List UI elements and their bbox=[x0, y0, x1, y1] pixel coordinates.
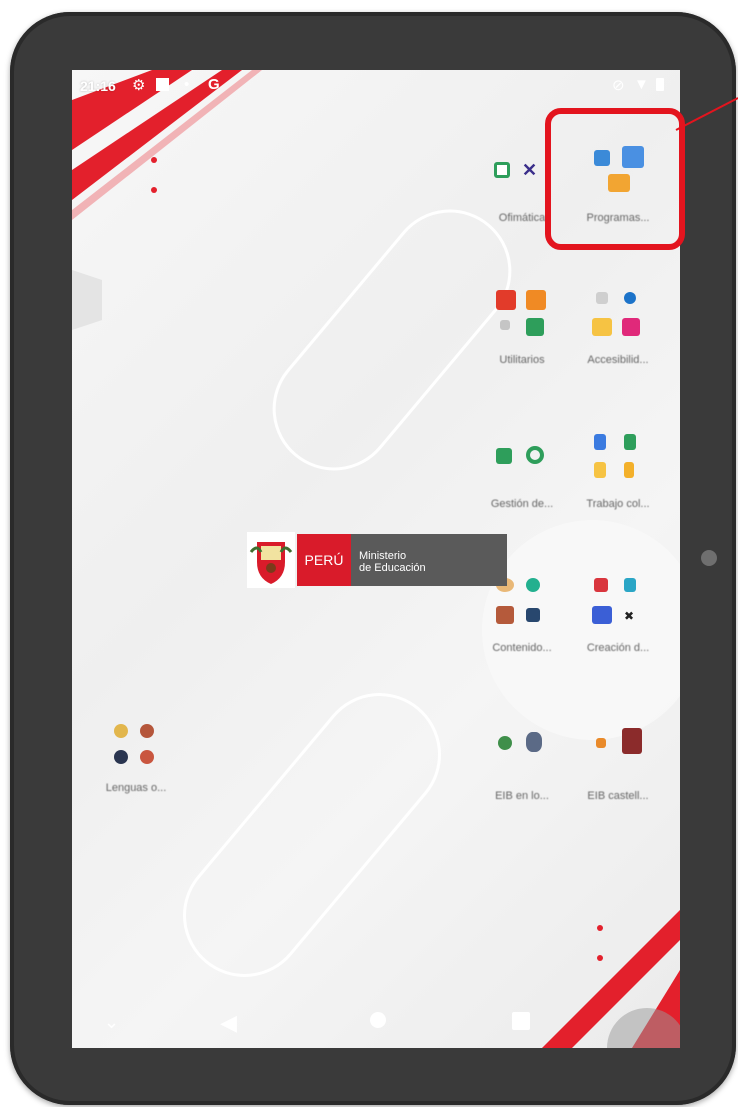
battery-icon bbox=[656, 78, 664, 91]
logo-ministry: Ministerio de Educación bbox=[351, 534, 507, 586]
folder-label: Contenido... bbox=[492, 642, 552, 654]
folder-label: Accesibilid... bbox=[587, 354, 649, 366]
folder-icon bbox=[104, 710, 168, 774]
folder-icon bbox=[490, 718, 554, 782]
logo-ministry-line1: Ministerio bbox=[359, 550, 407, 562]
folder-label: Utilitarios bbox=[499, 354, 545, 366]
mute-icon: ⊘ bbox=[612, 77, 625, 94]
coat-of-arms-icon bbox=[247, 532, 295, 588]
folder-icon bbox=[490, 282, 554, 346]
folder-icon bbox=[586, 282, 650, 346]
wifi-icon: ▼ bbox=[634, 76, 649, 93]
folder-contenido[interactable]: Contenido... bbox=[470, 570, 570, 690]
camera-icon bbox=[701, 550, 717, 566]
folder-label: Creación d... bbox=[586, 642, 650, 654]
google-g-icon: G bbox=[208, 76, 220, 93]
dot-icon: • bbox=[184, 76, 190, 93]
folder-accesibilidad[interactable]: Accesibilid... bbox=[566, 282, 666, 402]
home-icon[interactable] bbox=[370, 1012, 386, 1028]
status-bar: 21:16 ⚙ • G ⊘ ▼ bbox=[72, 70, 680, 102]
folder-icon: ✖ bbox=[586, 570, 650, 634]
folder-lenguas[interactable]: Lenguas o... bbox=[84, 710, 184, 830]
chevron-down-icon[interactable]: ⌄ bbox=[104, 1012, 119, 1033]
status-time: 21:16 bbox=[80, 78, 116, 94]
folder-eib-en[interactable]: EIB en lo... bbox=[470, 718, 570, 838]
folder-label: Gestión de... bbox=[490, 498, 554, 510]
folder-label: Trabajo col... bbox=[586, 498, 650, 510]
folder-icon bbox=[490, 426, 554, 490]
folder-utilitarios[interactable]: Utilitarios bbox=[470, 282, 570, 402]
folder-label: EIB en lo... bbox=[495, 790, 549, 802]
back-icon[interactable]: ◀ bbox=[220, 1010, 237, 1036]
folder-gestion[interactable]: Gestión de... bbox=[470, 426, 570, 546]
folder-trabajo[interactable]: Trabajo col... bbox=[566, 426, 666, 546]
square-icon bbox=[156, 78, 169, 91]
folder-label: Lenguas o... bbox=[105, 782, 167, 794]
folder-eib-castellano[interactable]: EIB castell... bbox=[566, 718, 666, 838]
folder-label: EIB castell... bbox=[587, 790, 649, 802]
highlight-box bbox=[545, 108, 685, 250]
folder-creacion[interactable]: ✖ Creación d... bbox=[566, 570, 666, 690]
recents-icon[interactable] bbox=[512, 1012, 530, 1030]
folder-icon bbox=[586, 426, 650, 490]
ministry-logo: PERÚ Ministerio de Educación bbox=[247, 532, 507, 588]
logo-country: PERÚ bbox=[297, 534, 351, 586]
navigation-bar: ⌄ ◀ bbox=[72, 1000, 680, 1048]
gear-icon: ⚙ bbox=[132, 77, 146, 94]
logo-ministry-line2: de Educación bbox=[359, 562, 426, 574]
folder-icon bbox=[586, 718, 650, 782]
